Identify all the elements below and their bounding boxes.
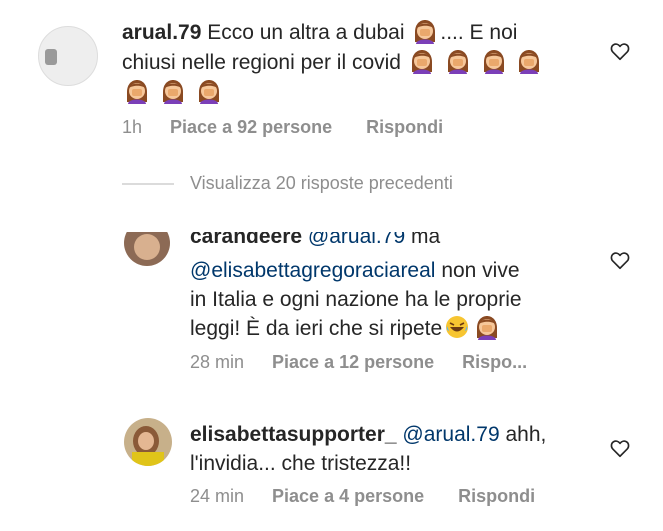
laughing-emoji	[446, 316, 469, 338]
comment-2-meta: 28 min Piace a 12 persone Rispo...	[190, 352, 527, 373]
facepalm-emoji	[160, 78, 186, 104]
facepalm-emoji	[409, 48, 435, 74]
likes-count-button[interactable]: Piace a 12 persone	[272, 352, 434, 373]
view-replies-button[interactable]: Visualizza 20 risposte precedenti	[190, 173, 453, 194]
comment-1-line2: chiusi nelle regioni per il covid	[122, 48, 544, 77]
facepalm-emoji	[412, 20, 438, 44]
comment-username[interactable]: elisabettasupporter_	[190, 423, 397, 446]
heart-icon[interactable]	[609, 249, 631, 271]
comment-time: 1h	[122, 117, 143, 137]
avatar-face	[134, 234, 160, 260]
heart-icon[interactable]	[609, 40, 631, 62]
comment-3-line2: l'invidia... che tristezza!!	[190, 452, 412, 475]
comment-2-line2: @elisabettagregoraciareal non vive	[190, 259, 520, 282]
comment-1-meta: 1h Piace a 92 persone Rispondi	[122, 117, 443, 138]
comment-username[interactable]: arual.79	[122, 21, 201, 44]
comment-2-line1: carandeere @arual.79 ma	[190, 232, 610, 252]
avatar[interactable]	[124, 232, 170, 266]
avatar-clip	[122, 232, 172, 272]
comment-3-line1: elisabettasupporter_ @arual.79 ahh,	[190, 423, 547, 446]
mention-link[interactable]: @arual.79	[402, 423, 499, 446]
facepalm-emoji	[481, 48, 507, 74]
avatar-face	[138, 432, 154, 450]
reply-button[interactable]: Rispo...	[462, 352, 527, 373]
comment-time: 28 min	[190, 352, 245, 372]
comment-2-line3: in Italia e ogni nazione ha le proprie	[190, 288, 522, 311]
avatar[interactable]	[124, 418, 172, 466]
comment-3-meta: 24 min Piace a 4 persone Rispondi	[190, 486, 535, 507]
divider	[122, 183, 174, 185]
avatar-shirt	[132, 452, 164, 466]
avatar[interactable]	[38, 26, 98, 86]
facepalm-emoji	[124, 78, 150, 104]
reply-button[interactable]: Rispondi	[458, 486, 535, 507]
comment-username[interactable]: carandeere	[190, 232, 302, 248]
comment-2-line4: leggi! È da ieri che si ripete	[190, 314, 502, 343]
facepalm-emoji	[196, 78, 222, 104]
comment-1-line1: arual.79 Ecco un altra a dubai .... E no…	[122, 20, 602, 48]
likes-count-button[interactable]: Piace a 92 persone	[170, 117, 332, 138]
comment-1-line3	[122, 78, 224, 107]
reply-button[interactable]: Rispondi	[366, 117, 443, 138]
mention-link[interactable]: @elisabettagregoraciareal	[190, 259, 435, 282]
facepalm-emoji	[516, 48, 542, 74]
comment-text: Ecco un altra a dubai	[207, 21, 405, 44]
facepalm-emoji	[474, 314, 500, 340]
facepalm-emoji	[445, 48, 471, 74]
comment-time: 24 min	[190, 486, 245, 506]
mention-link[interactable]: @arual.79	[308, 232, 405, 248]
likes-count-button[interactable]: Piace a 4 persone	[272, 486, 424, 507]
heart-icon[interactable]	[609, 437, 631, 459]
avatar-image	[45, 49, 57, 65]
